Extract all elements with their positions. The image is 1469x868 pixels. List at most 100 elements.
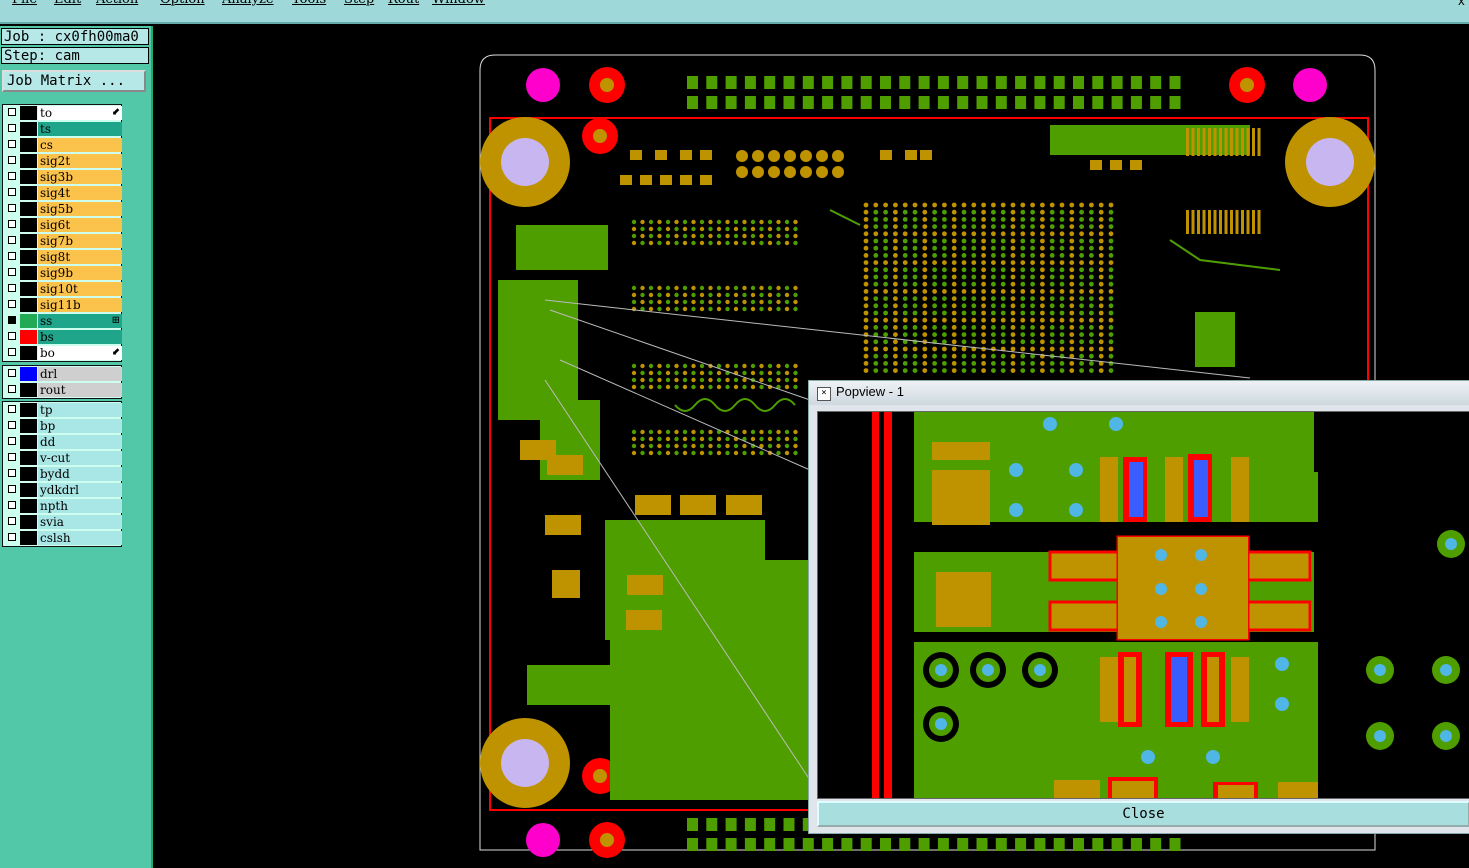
layer-name[interactable]: sig7b [38,234,122,248]
layer-row-dd[interactable]: dd [3,434,122,450]
layer-name[interactable]: sig4t [38,186,122,200]
layer-checkbox[interactable] [8,236,16,244]
layer-name[interactable]: to ⬋ [38,106,122,120]
layer-checkbox[interactable] [8,369,16,377]
layer-color-swatch[interactable] [20,403,37,417]
layer-checkbox[interactable] [8,405,16,413]
layer-color-swatch[interactable] [20,122,37,136]
layer-row-sig11b[interactable]: sig11b [3,297,122,313]
layer-checkbox[interactable] [8,156,16,164]
layer-name[interactable]: sig9b [38,266,122,280]
layer-row-sig8t[interactable]: sig8t [3,249,122,265]
layer-row-sig5b[interactable]: sig5b [3,201,122,217]
layer-name[interactable]: cs [38,138,122,152]
layer-name[interactable]: v-cut [38,451,122,465]
layer-color-swatch[interactable] [20,531,37,545]
layer-color-swatch[interactable] [20,367,37,381]
close-button[interactable]: Close [817,801,1469,827]
layer-row-tp[interactable]: tp [3,402,122,418]
layer-checkbox[interactable] [8,501,16,509]
layer-name[interactable]: drl [38,367,122,381]
layer-checkbox[interactable] [8,204,16,212]
layer-row-ss[interactable]: ss ⊞ [3,313,122,329]
menu-step[interactable]: Step [344,0,374,7]
layer-row-bp[interactable]: bp [3,418,122,434]
layer-color-swatch[interactable] [20,186,37,200]
layer-color-swatch[interactable] [20,499,37,513]
layer-checkbox[interactable] [8,437,16,445]
popview-titlebar[interactable]: × Popview - 1 [809,381,1469,405]
layer-row-cslsh[interactable]: cslsh [3,530,122,546]
menu-file[interactable]: File [12,0,37,7]
layer-row-ts[interactable]: ts [3,121,122,137]
layer-color-swatch[interactable] [20,435,37,449]
layer-checkbox[interactable] [8,188,16,196]
layer-color-swatch[interactable] [20,250,37,264]
layer-row-rout[interactable]: rout [3,382,122,398]
layer-checkbox[interactable] [8,453,16,461]
layer-color-swatch[interactable] [20,170,37,184]
layer-name[interactable]: bp [38,419,122,433]
layer-checkbox[interactable] [8,252,16,260]
layer-checkbox[interactable] [8,469,16,477]
layer-name[interactable]: sig6t [38,218,122,232]
layer-checkbox[interactable] [8,268,16,276]
layer-name[interactable]: sig8t [38,250,122,264]
layer-name[interactable]: sig5b [38,202,122,216]
layer-name[interactable]: sig2t [38,154,122,168]
layer-row-bs[interactable]: bs [3,329,122,345]
layer-color-swatch[interactable] [20,314,37,328]
layer-row-ydkdrl[interactable]: ydkdrl [3,482,122,498]
layer-row-sig4t[interactable]: sig4t [3,185,122,201]
layer-row-to[interactable]: to ⬋ [3,105,122,121]
menu-option[interactable]: Option [160,0,205,7]
layer-checkbox[interactable] [8,485,16,493]
layer-color-swatch[interactable] [20,202,37,216]
layer-checkbox[interactable] [8,172,16,180]
layer-color-swatch[interactable] [20,346,37,360]
layer-checkbox[interactable] [8,108,16,116]
layer-name[interactable]: bo ⬋ [38,346,122,360]
layer-color-swatch[interactable] [20,330,37,344]
layer-name[interactable]: sig3b [38,170,122,184]
menu-window[interactable]: Window [432,0,485,7]
window-close-icon[interactable]: x [1458,0,1465,8]
layer-name[interactable]: cslsh [38,531,122,545]
layer-name[interactable]: rout [38,383,122,397]
layer-name[interactable]: ts [38,122,122,136]
layer-row-sig7b[interactable]: sig7b [3,233,122,249]
layer-checkbox[interactable] [8,284,16,292]
layer-name[interactable]: tp [38,403,122,417]
layer-checkbox[interactable] [8,332,16,340]
layer-name[interactable]: bs [38,330,122,344]
layer-color-swatch[interactable] [20,383,37,397]
popview-zoom-canvas[interactable] [817,411,1469,799]
layer-name[interactable]: ss ⊞ [38,314,122,328]
menu-analyze[interactable]: Analyze [222,0,274,7]
layer-name[interactable]: npth [38,499,122,513]
layer-color-swatch[interactable] [20,451,37,465]
layer-row-sig9b[interactable]: sig9b [3,265,122,281]
layer-row-svia[interactable]: svia [3,514,122,530]
layer-color-swatch[interactable] [20,106,37,120]
layer-name[interactable]: sig10t [38,282,122,296]
layer-checkbox[interactable] [8,140,16,148]
menu-tools[interactable]: Tools [292,0,326,7]
layer-color-swatch[interactable] [20,467,37,481]
layer-row-sig3b[interactable]: sig3b [3,169,122,185]
layer-checkbox[interactable] [8,517,16,525]
layer-row-sig10t[interactable]: sig10t [3,281,122,297]
layer-color-swatch[interactable] [20,483,37,497]
layer-color-swatch[interactable] [20,419,37,433]
layer-checkbox[interactable] [8,220,16,228]
layer-checkbox[interactable] [8,348,16,356]
layer-name[interactable]: dd [38,435,122,449]
menu-rout[interactable]: Rout [388,0,419,7]
layer-row-bydd[interactable]: bydd [3,466,122,482]
layer-row-npth[interactable]: npth [3,498,122,514]
layer-checkbox[interactable] [8,124,16,132]
layer-row-bo[interactable]: bo ⬋ [3,345,122,361]
layer-checkbox[interactable] [8,300,16,308]
layer-checkbox[interactable] [8,316,16,324]
layer-color-swatch[interactable] [20,154,37,168]
